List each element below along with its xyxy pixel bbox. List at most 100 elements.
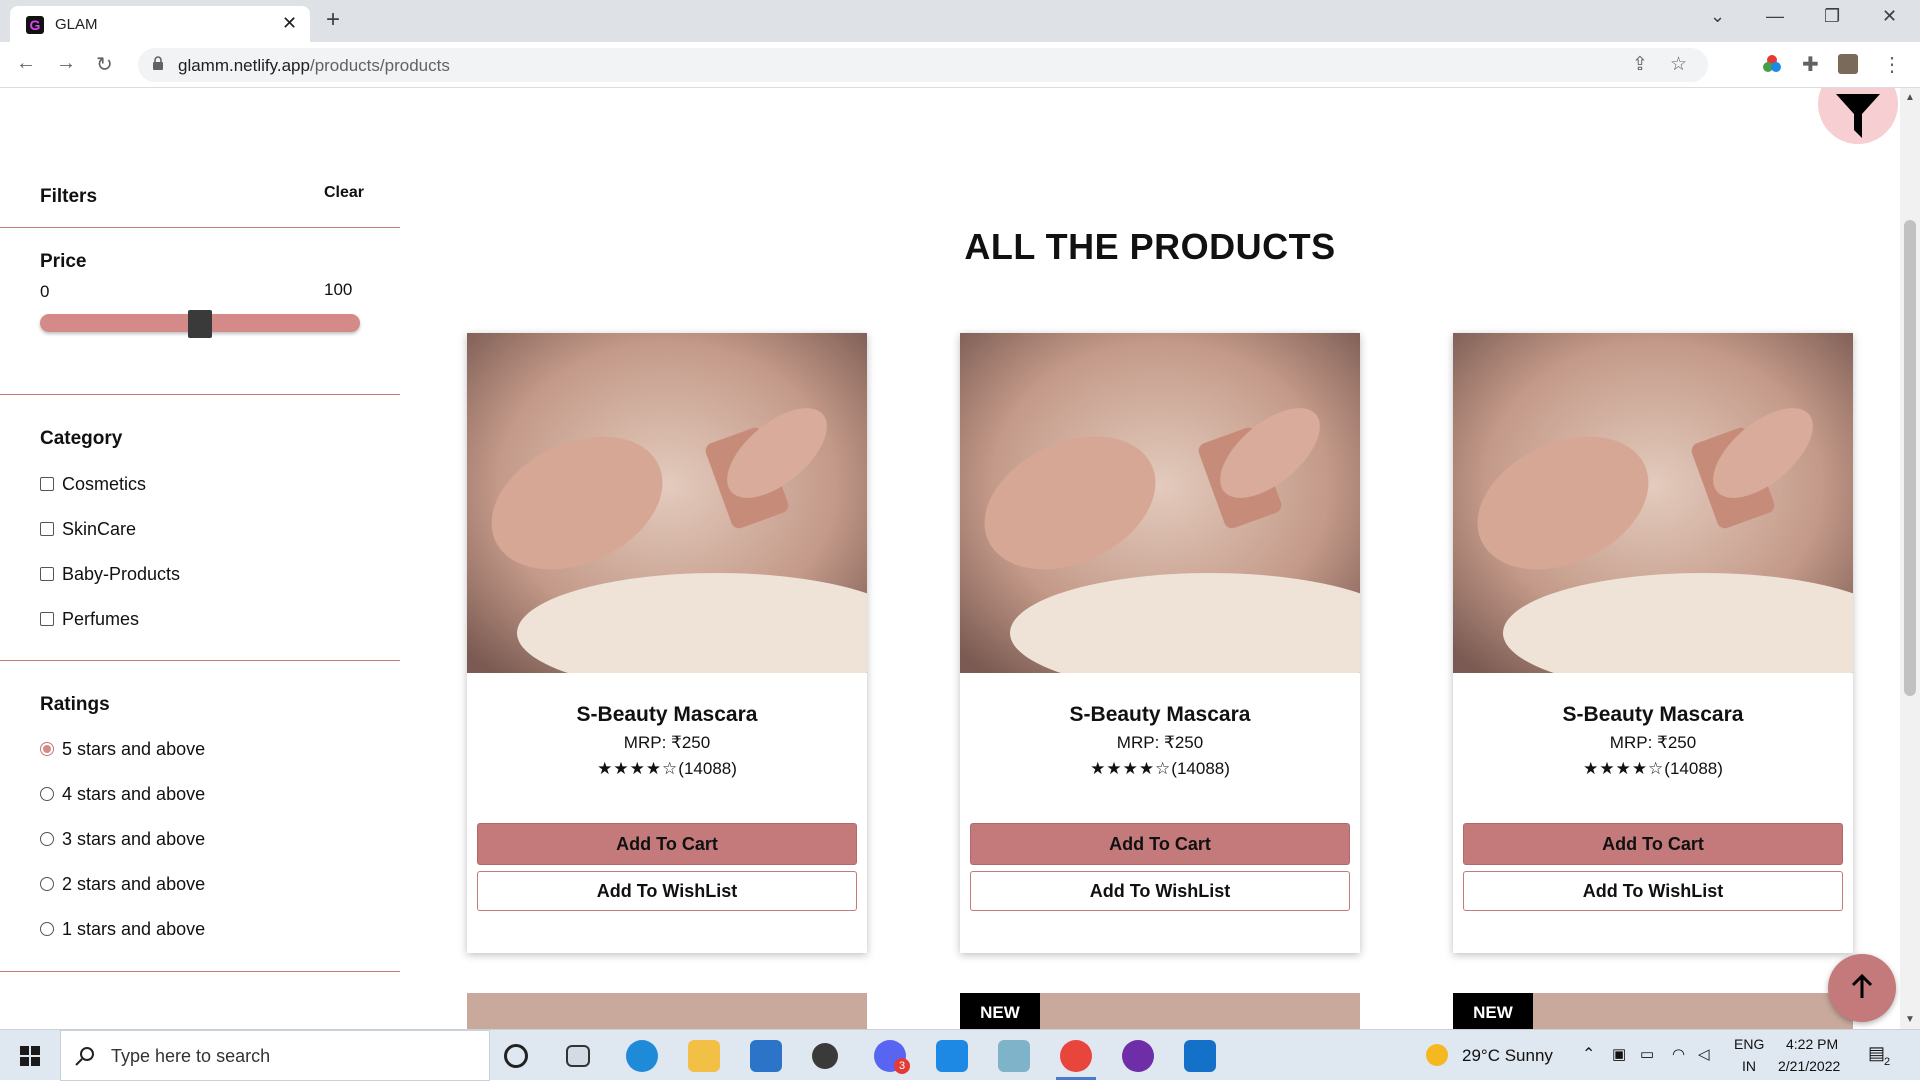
- share-icon[interactable]: ⇪: [1632, 53, 1648, 76]
- review-count: (14088): [1171, 759, 1230, 778]
- new-tab-icon[interactable]: +: [326, 6, 340, 34]
- category-option-cosmetics[interactable]: Cosmetics: [40, 472, 146, 496]
- extensions-puzzle-icon[interactable]: ✚: [1802, 52, 1819, 77]
- product-rating: ★★★★☆(14088): [1453, 759, 1853, 779]
- rating-option-5[interactable]: 5 stars and above: [40, 737, 205, 761]
- product-name[interactable]: S-Beauty Mascara: [1453, 703, 1853, 727]
- add-to-wishlist-button[interactable]: Add To WishList: [477, 871, 857, 911]
- scrollbar-thumb[interactable]: [1904, 220, 1916, 696]
- photos-icon[interactable]: [1184, 1040, 1216, 1072]
- github-desktop-icon[interactable]: [1122, 1040, 1154, 1072]
- radio-button[interactable]: [40, 877, 54, 891]
- discord-icon[interactable]: 3: [874, 1040, 910, 1074]
- category-title: Category: [40, 428, 123, 449]
- wifi-icon[interactable]: ◠: [1672, 1045, 1685, 1063]
- back-icon[interactable]: ←: [16, 52, 36, 75]
- notification-badge: 3: [894, 1058, 910, 1074]
- weather-text[interactable]: 29°C Sunny: [1462, 1046, 1553, 1066]
- restore-icon[interactable]: ❐: [1824, 6, 1840, 27]
- product-image[interactable]: [467, 333, 867, 673]
- mail-icon[interactable]: [750, 1040, 782, 1072]
- product-card-partial[interactable]: NEW: [960, 993, 1360, 1029]
- edge-browser-icon[interactable]: [626, 1040, 658, 1072]
- product-image[interactable]: [1453, 333, 1853, 673]
- product-rating: ★★★★☆(14088): [960, 759, 1360, 779]
- divider: [0, 660, 400, 661]
- checkbox[interactable]: [40, 522, 54, 536]
- checkbox[interactable]: [40, 612, 54, 626]
- filter-toggle-button[interactable]: [1818, 88, 1898, 144]
- price-title: Price: [40, 251, 87, 272]
- product-image[interactable]: [960, 333, 1360, 673]
- review-count: (14088): [1664, 759, 1723, 778]
- bookmark-star-icon[interactable]: ☆: [1670, 53, 1687, 76]
- radio-button[interactable]: [40, 787, 54, 801]
- checkbox[interactable]: [40, 567, 54, 581]
- cortana-icon[interactable]: [504, 1044, 528, 1068]
- filters-title: Filters: [40, 186, 98, 207]
- rating-option-1[interactable]: 1 stars and above: [40, 917, 205, 941]
- add-to-cart-button[interactable]: Add To Cart: [1463, 823, 1843, 865]
- price-slider-handle[interactable]: [188, 310, 212, 338]
- battery-icon[interactable]: ▭: [1640, 1045, 1654, 1063]
- forward-icon[interactable]: →: [56, 52, 76, 75]
- clock-time[interactable]: 4:22 PM: [1786, 1036, 1838, 1052]
- rating-option-2[interactable]: 2 stars and above: [40, 872, 205, 896]
- product-name[interactable]: S-Beauty Mascara: [467, 703, 867, 727]
- rating-option-3[interactable]: 3 stars and above: [40, 827, 205, 851]
- scroll-down-arrow-icon[interactable]: ▼: [1905, 1014, 1915, 1025]
- color-extension-icon[interactable]: [1762, 54, 1782, 74]
- close-window-icon[interactable]: ✕: [1882, 6, 1897, 27]
- clock-date[interactable]: 2/21/2022: [1778, 1058, 1840, 1074]
- language-top[interactable]: ENG: [1734, 1036, 1764, 1052]
- filter-icon: [1836, 94, 1880, 138]
- clear-filters-button[interactable]: Clear: [324, 184, 364, 202]
- radio-button[interactable]: [40, 922, 54, 936]
- category-option-perfumes[interactable]: Perfumes: [40, 607, 139, 631]
- scroll-up-arrow-icon[interactable]: ▲: [1905, 92, 1915, 103]
- windows-icon[interactable]: [20, 1046, 40, 1066]
- product-name[interactable]: S-Beauty Mascara: [960, 703, 1360, 727]
- checkbox[interactable]: [40, 477, 54, 491]
- product-card[interactable]: S-Beauty Mascara MRP: ₹250 ★★★★☆(14088) …: [467, 333, 867, 953]
- product-card[interactable]: S-Beauty Mascara MRP: ₹250 ★★★★☆(14088) …: [1453, 333, 1853, 953]
- profile-avatar[interactable]: [1838, 54, 1858, 74]
- tab-search-chevron-icon[interactable]: ⌄: [1710, 6, 1725, 27]
- notepad-icon[interactable]: [998, 1040, 1030, 1072]
- add-to-wishlist-button[interactable]: Add To WishList: [970, 871, 1350, 911]
- search-placeholder: Type here to search: [111, 1046, 271, 1066]
- product-card[interactable]: S-Beauty Mascara MRP: ₹250 ★★★★☆(14088) …: [960, 333, 1360, 953]
- rating-option-4[interactable]: 4 stars and above: [40, 782, 205, 806]
- product-card-partial[interactable]: [467, 993, 867, 1029]
- volume-icon[interactable]: ◁: [1698, 1045, 1710, 1063]
- task-view-icon[interactable]: [566, 1045, 590, 1067]
- chrome-icon[interactable]: [1060, 1040, 1092, 1072]
- browser-tab[interactable]: G GLAM ✕: [10, 6, 310, 42]
- category-option-skincare[interactable]: SkinCare: [40, 517, 136, 541]
- radio-button[interactable]: [40, 742, 54, 756]
- tray-chevron-icon[interactable]: ⌃: [1582, 1044, 1595, 1064]
- browser-menu-icon[interactable]: ⋮: [1882, 52, 1902, 77]
- notifications-icon[interactable]: ▤: [1868, 1043, 1885, 1064]
- add-to-wishlist-button[interactable]: Add To WishList: [1463, 871, 1843, 911]
- settings-gear-icon[interactable]: [812, 1043, 838, 1069]
- radio-button[interactable]: [40, 832, 54, 846]
- weather-sun-icon[interactable]: [1426, 1044, 1448, 1066]
- taskbar-search-box[interactable]: Type here to search: [60, 1030, 490, 1081]
- minimize-icon[interactable]: —: [1766, 6, 1784, 27]
- product-card-partial[interactable]: NEW: [1453, 993, 1853, 1029]
- lock-icon: [153, 56, 163, 70]
- file-explorer-icon[interactable]: [688, 1040, 720, 1072]
- language-bottom[interactable]: IN: [1742, 1058, 1756, 1074]
- scroll-to-top-button[interactable]: [1828, 954, 1896, 1022]
- address-bar[interactable]: glamm.netlify.app/products/products ☆ ⇪: [138, 48, 1708, 82]
- add-to-cart-button[interactable]: Add To Cart: [477, 823, 857, 865]
- vscode-icon[interactable]: [936, 1040, 968, 1072]
- new-badge: NEW: [1453, 993, 1533, 1029]
- add-to-cart-button[interactable]: Add To Cart: [970, 823, 1350, 865]
- reload-icon[interactable]: ↻: [96, 52, 113, 77]
- close-tab-icon[interactable]: ✕: [282, 13, 297, 34]
- category-option-baby-products[interactable]: Baby-Products: [40, 562, 180, 586]
- page-scrollbar[interactable]: ▲ ▼: [1900, 88, 1920, 1029]
- meet-icon[interactable]: ▣: [1612, 1045, 1626, 1063]
